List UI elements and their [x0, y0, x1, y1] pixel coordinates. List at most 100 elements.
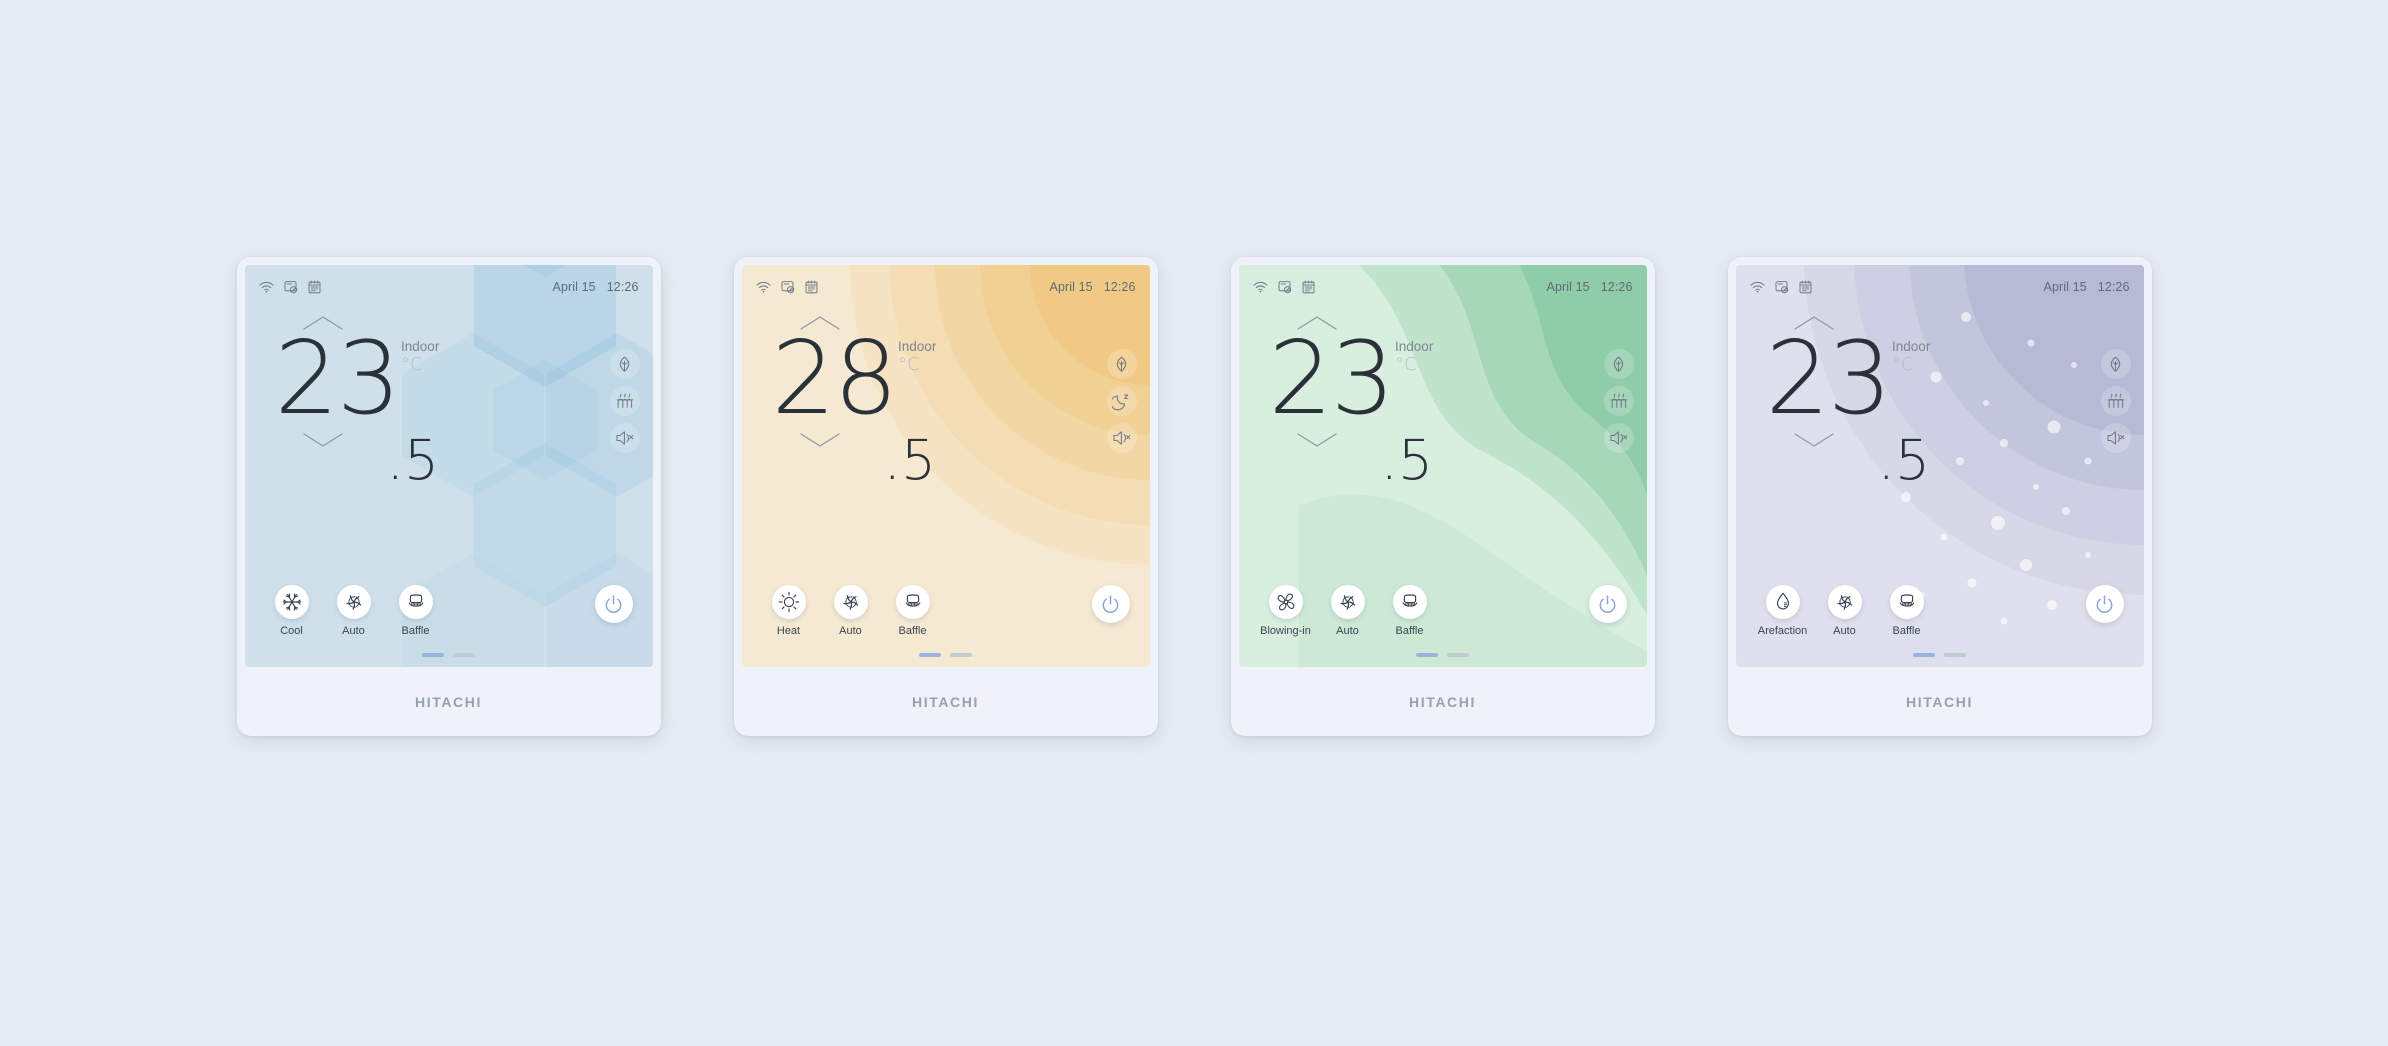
- status-icon-group: [755, 280, 818, 294]
- heater-coil-icon: [1610, 393, 1627, 408]
- eco-leaf-icon: [1116, 356, 1127, 372]
- page-indicator-dot-2[interactable]: [1944, 653, 1966, 657]
- wifi-icon: [755, 281, 771, 293]
- page-indicator-dot-1[interactable]: [1913, 653, 1935, 657]
- page-indicator-dot-1[interactable]: [422, 653, 444, 657]
- page-indicator-dot-1[interactable]: [919, 653, 941, 657]
- swing-control[interactable]: Baffle: [882, 585, 944, 637]
- power-icon: [1599, 594, 1616, 613]
- temperature-decimal: .5: [386, 428, 439, 492]
- brand-logo: HITACHI: [1906, 693, 1973, 710]
- date-label: April 15: [1049, 280, 1093, 294]
- mute-speaker-button[interactable]: [2100, 423, 2131, 453]
- mute-speaker-button[interactable]: [1603, 423, 1634, 453]
- page-indicator-dot-2[interactable]: [1447, 653, 1469, 657]
- date-label: April 15: [2043, 280, 2087, 294]
- status-bar: April 15 12:26: [1749, 277, 2130, 297]
- side-status-buttons: [2100, 349, 2131, 453]
- swing-button[interactable]: [895, 585, 930, 619]
- swing-label: Baffle: [1892, 625, 1921, 637]
- fan-swirl-icon: [345, 595, 361, 610]
- schedule-icon: [307, 280, 321, 294]
- status-bar: April 15 12:26: [1252, 277, 1633, 297]
- page-indicator-dot-2[interactable]: [453, 653, 475, 657]
- mode-button[interactable]: [274, 585, 309, 619]
- fan-speed-control[interactable]: Auto: [323, 585, 385, 637]
- mode-button[interactable]: [771, 585, 806, 619]
- indoor-label: Indoor: [1395, 339, 1434, 354]
- swing-button[interactable]: [1889, 585, 1924, 619]
- remote-lock-icon: [1774, 280, 1789, 294]
- swing-label: Baffle: [1395, 625, 1424, 637]
- eco-leaf-icon: [1112, 355, 1131, 374]
- mute-speaker-button[interactable]: [1106, 423, 1137, 453]
- power-icon: [1102, 594, 1119, 613]
- fan-speed-button[interactable]: [336, 585, 371, 619]
- remote-lock-icon: [1277, 280, 1292, 294]
- swing-label: Baffle: [898, 625, 927, 637]
- mode-control[interactable]: Arefaction: [1752, 585, 1814, 637]
- swing-control[interactable]: Baffle: [385, 585, 447, 637]
- fan-speed-control[interactable]: Auto: [1317, 585, 1379, 637]
- schedule-icon: [804, 280, 818, 294]
- swing-button[interactable]: [1392, 585, 1427, 619]
- swing-button[interactable]: [398, 585, 433, 619]
- page-indicator-dot-2[interactable]: [950, 653, 972, 657]
- mute-speaker-icon: [2106, 431, 2124, 445]
- eco-leaf-button[interactable]: [1106, 349, 1137, 379]
- control-bar: Arefaction Auto Baffle: [1752, 585, 2128, 645]
- snowflake-icon: [282, 593, 301, 611]
- status-bar: April 15 12:26: [755, 277, 1136, 297]
- remote-lock-icon: [283, 280, 298, 294]
- mode-button[interactable]: [1268, 585, 1303, 619]
- mute-speaker-icon: [1112, 429, 1132, 447]
- swing-control[interactable]: Baffle: [1379, 585, 1441, 637]
- schedule-icon: [1301, 280, 1315, 294]
- time-label: 12:26: [606, 280, 639, 294]
- fan-speed-button[interactable]: [1827, 585, 1862, 619]
- wifi-icon: [1252, 281, 1268, 293]
- temperature-integer: 23: [1268, 319, 1396, 437]
- fan-swirl-icon: [1339, 595, 1355, 610]
- mode-control[interactable]: Heat: [758, 585, 820, 637]
- mode-button[interactable]: [1765, 585, 1800, 619]
- mute-speaker-button[interactable]: [609, 423, 640, 453]
- thermostat-panel-row: April 15 12:26 23 Indoor °C .5 Cool Auto…: [0, 257, 2388, 736]
- fan-speed-button[interactable]: [1330, 585, 1365, 619]
- power-button[interactable]: [1588, 585, 1627, 623]
- heater-coil-button[interactable]: [1603, 386, 1634, 416]
- brand-logo: HITACHI: [415, 693, 482, 710]
- power-button[interactable]: [2085, 585, 2124, 623]
- baffle-vent-icon: [902, 591, 924, 613]
- page-indicator-dot-1[interactable]: [1416, 653, 1438, 657]
- sleep-moon-button[interactable]: [1106, 386, 1137, 416]
- remote-lock-icon: [780, 280, 795, 294]
- mode-control[interactable]: Cool: [261, 585, 323, 637]
- eco-leaf-button[interactable]: [609, 349, 640, 379]
- swing-label: Baffle: [401, 625, 430, 637]
- eco-leaf-button[interactable]: [1603, 349, 1634, 379]
- control-bar: Heat Auto Baffle: [758, 585, 1134, 645]
- fan-speed-button[interactable]: [833, 585, 868, 619]
- thermostat-card-fan: April 15 12:26 23 Indoor °C .5 Blowing-i…: [1230, 257, 1655, 736]
- power-button[interactable]: [594, 585, 633, 623]
- fan-speed-control[interactable]: Auto: [1814, 585, 1876, 637]
- mode-control[interactable]: Blowing-in: [1255, 585, 1317, 637]
- status-icon-group: [258, 280, 321, 294]
- heater-coil-button[interactable]: [609, 386, 640, 416]
- eco-leaf-button[interactable]: [2100, 349, 2131, 379]
- sun-icon: [778, 591, 799, 613]
- indoor-label: Indoor: [401, 339, 440, 354]
- thermostat-card-heat: April 15 12:26 28 Indoor °C .5 Heat Auto…: [733, 257, 1158, 736]
- swing-control[interactable]: Baffle: [1876, 585, 1938, 637]
- power-button[interactable]: [1091, 585, 1130, 623]
- heater-coil-icon: [615, 392, 635, 411]
- fan-blades-icon: [1275, 591, 1297, 613]
- power-icon: [605, 594, 622, 613]
- wifi-icon: [258, 281, 274, 293]
- date-time-group: April 15 12:26: [2044, 280, 2130, 294]
- heater-coil-button[interactable]: [2100, 386, 2131, 416]
- schedule-icon: [1301, 280, 1315, 294]
- indoor-label: Indoor: [898, 339, 937, 354]
- fan-speed-control[interactable]: Auto: [820, 585, 882, 637]
